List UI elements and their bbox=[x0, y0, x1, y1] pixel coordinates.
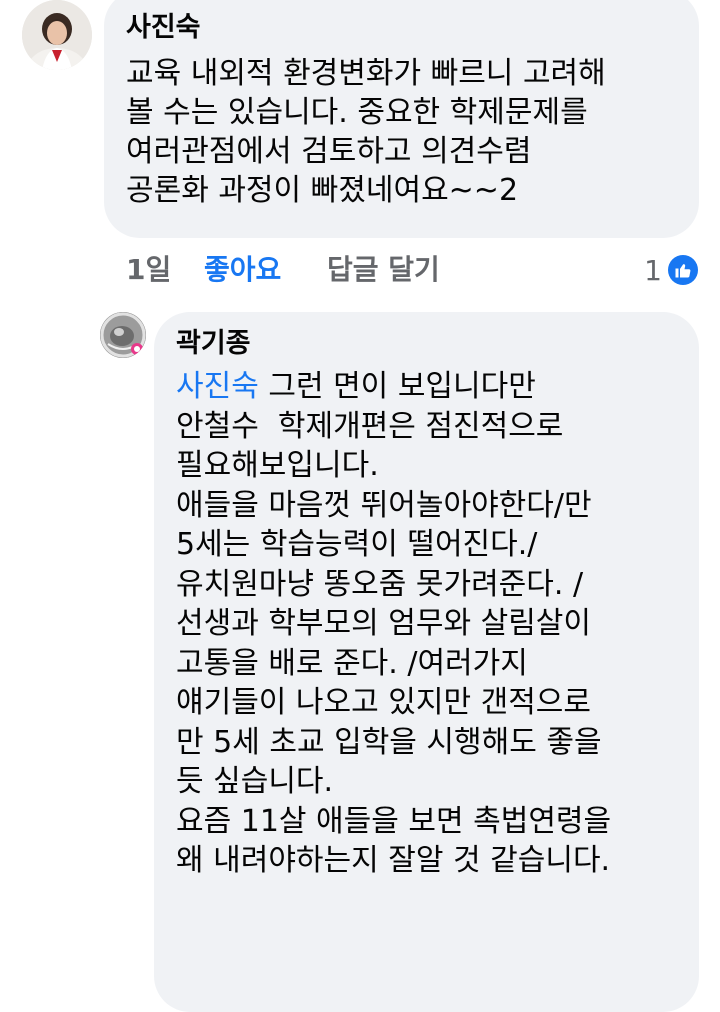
comment-line: 필요해보입니다. bbox=[176, 448, 379, 483]
comment-line: 유치원마냥 똥오줌 못가려준다. / bbox=[176, 566, 584, 602]
comment-line-text: 그런 면이 보입니다만 bbox=[258, 369, 536, 404]
comment-bubble: 곽기종 사진숙 그런 면이 보입니다만 안철수 학제개편은 점진적으로 필요해보… bbox=[154, 312, 699, 1012]
comment-author[interactable]: 사진숙 bbox=[126, 10, 201, 46]
comment-line: 5세는 학습능력이 떨어진다./ bbox=[176, 527, 538, 562]
profile-photo bbox=[22, 0, 92, 70]
comment-timestamp[interactable]: 1일 bbox=[126, 250, 171, 290]
comment-text: 교육 내외적 환경변화가 빠르니 고려해 볼 수는 있습니다. 중요한 학제문제… bbox=[126, 56, 606, 208]
comment-line: 만 5세 초교 입학을 시행해도 좋을 bbox=[176, 724, 602, 760]
comment-line: 안철수 학제개편은 점진적으로 bbox=[176, 408, 564, 444]
reaction-count: 1 bbox=[644, 253, 662, 287]
comment-line: 왜 내려야하는지 잘알 것 같습니다. bbox=[176, 843, 611, 878]
comment-line: 선생과 학부모의 엄무와 살림살이 bbox=[176, 606, 592, 641]
avatar[interactable] bbox=[22, 0, 92, 70]
comment-line: 얘기들이 나오고 있지만 갠적으로 bbox=[176, 685, 592, 720]
comment-text: 사진숙 그런 면이 보입니다만 안철수 학제개편은 점진적으로 필요해보입니다.… bbox=[176, 367, 691, 881]
avatar[interactable] bbox=[100, 312, 146, 358]
comment-line: 애들을 마음껏 뛰어놀아야한다/만 bbox=[176, 487, 592, 523]
reaction-summary[interactable]: 1 bbox=[644, 251, 698, 289]
comment-line: 사진숙 그런 면이 보입니다만 bbox=[176, 367, 691, 407]
thumbs-up-icon bbox=[668, 255, 698, 285]
comment-line: 듯 싶습니다. bbox=[176, 764, 334, 799]
comment-line: 요즘 11살 애들을 보면 촉법연령을 bbox=[176, 803, 612, 839]
comment-line: 고통을 배로 준다. /여러가지 bbox=[176, 645, 528, 681]
like-button[interactable]: 좋아요 bbox=[204, 250, 281, 290]
profile-photo bbox=[100, 312, 146, 358]
reply-button[interactable]: 답글 달기 bbox=[327, 250, 440, 290]
mention-link[interactable]: 사진숙 bbox=[176, 369, 259, 404]
comment-bubble: 사진숙 교육 내외적 환경변화가 빠르니 고려해 볼 수는 있습니다. 중요한 … bbox=[104, 0, 699, 238]
comment-author[interactable]: 곽기종 bbox=[176, 326, 251, 362]
